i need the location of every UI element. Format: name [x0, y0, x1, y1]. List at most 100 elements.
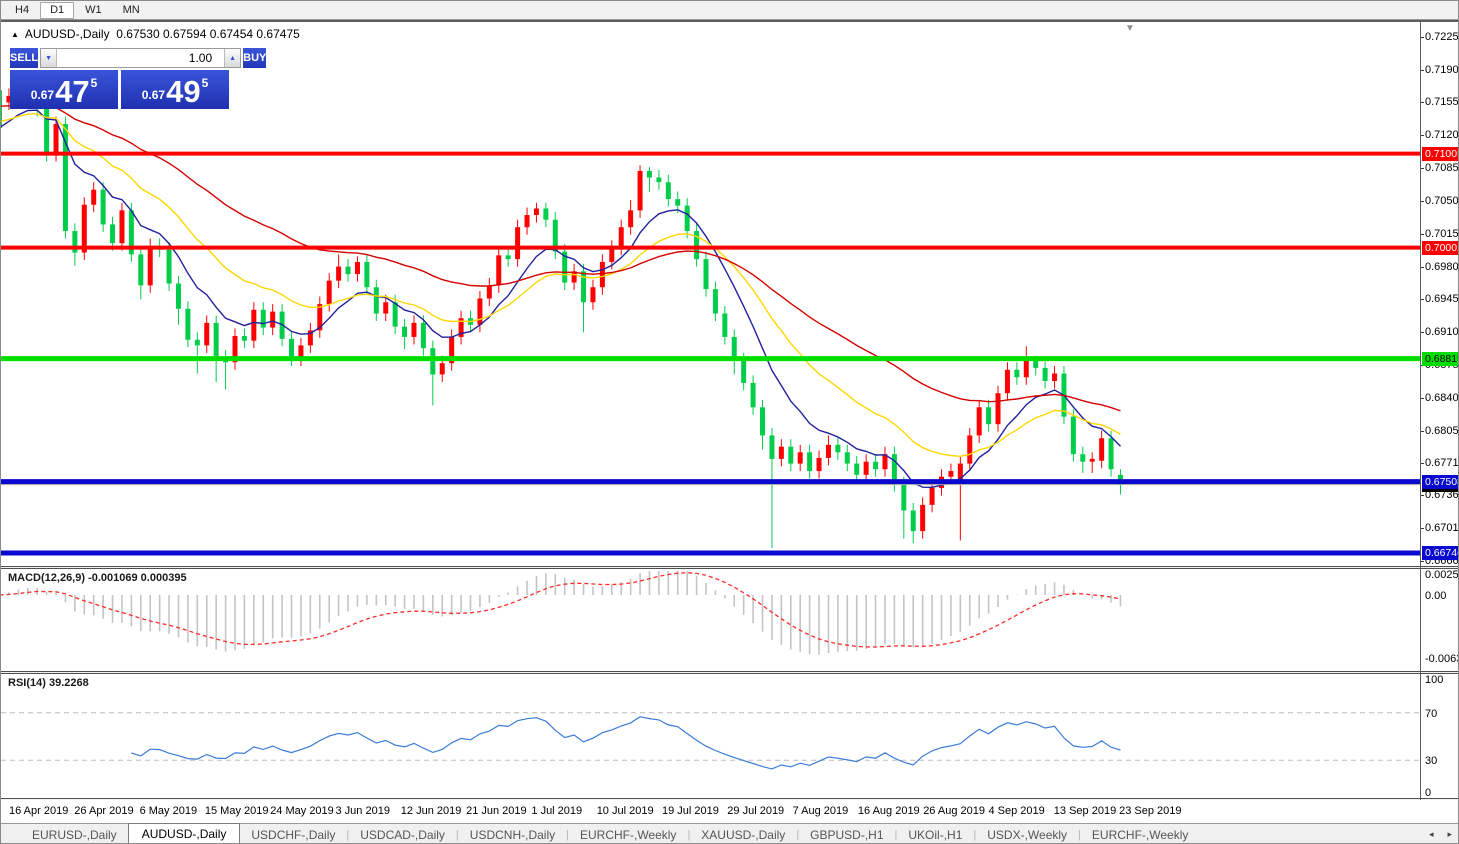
tab-usdcad-daily[interactable]: USDCAD-,Daily: [349, 826, 456, 844]
candle-body: [81, 204, 87, 253]
chart-ohlc-values: 0.67530 0.67594 0.67454 0.67475: [116, 27, 300, 41]
buy-price-pips: 49: [166, 74, 201, 109]
y-axis-tick-mark: [1421, 332, 1424, 334]
chart-title: ▲ AUDUSD-,Daily 0.67530 0.67594 0.67454 0…: [11, 27, 300, 41]
rsi-canvas[interactable]: [1, 674, 1420, 798]
rsi-axis-tick-label: 70: [1425, 707, 1438, 720]
chart-tabs: EURUSD-,Daily AUDUSD-,Daily USDCHF-,Daily |…: [21, 822, 1199, 844]
candle-body: [364, 261, 370, 288]
rsi-line: [131, 716, 1121, 770]
candle-body: [53, 124, 59, 155]
timeframe-button-W1[interactable]: W1: [75, 2, 112, 19]
candle-body: [251, 309, 257, 341]
macd-canvas[interactable]: [1, 569, 1420, 671]
tab-scroll-left-icon[interactable]: ◂: [1429, 829, 1434, 840]
candle-body: [750, 382, 756, 408]
chart-tab-bar: EURUSD-,Daily AUDUSD-,Daily USDCHF-,Daily |…: [1, 822, 1458, 844]
volume-increase-icon[interactable]: ▲: [224, 49, 241, 67]
candle-body: [590, 287, 596, 303]
candle-body: [1108, 438, 1114, 470]
candle-body: [420, 322, 426, 349]
tab-eurchf-weekly[interactable]: EURCHF-,Weekly: [569, 826, 687, 844]
x-axis-date-label: 26 Apr 2019: [74, 805, 134, 817]
macd-indicator-panel[interactable]: MACD(12,26,9) -0.001069 0.000395: [1, 569, 1458, 671]
sell-price-prefix: 0.67: [30, 88, 55, 102]
candle-body: [873, 461, 879, 470]
macd-axis-tick-label: -0.006326: [1425, 653, 1458, 666]
tab-scroll-right-icon[interactable]: ▸: [1447, 829, 1452, 840]
y-axis-tick-label: 0.69800: [1425, 260, 1459, 273]
tab-audusd-daily[interactable]: AUDUSD-,Daily: [127, 822, 241, 843]
moving-average-line-9: [1, 109, 1122, 489]
y-axis-tick-mark: [1421, 430, 1424, 432]
candle-body: [1042, 367, 1048, 382]
candle-body: [675, 199, 681, 206]
candle-body: [354, 261, 360, 275]
volume-decrease-icon[interactable]: ▼: [41, 49, 58, 67]
tab-eurusd-daily[interactable]: EURUSD-,Daily: [21, 826, 128, 844]
candle-body: [1089, 458, 1095, 462]
candle-body: [270, 311, 276, 328]
candle-body: [835, 444, 841, 453]
y-axis-tick-mark: [1421, 233, 1424, 235]
x-axis-date-label: 4 Sep 2019: [988, 805, 1045, 817]
candle-body: [392, 302, 398, 327]
y-axis-tick-mark: [1421, 462, 1424, 464]
tab-xauusd-daily[interactable]: XAUUSD-,Daily: [690, 826, 796, 844]
rsi-indicator-panel[interactable]: RSI(14) 39.2268: [1, 674, 1458, 798]
candle-body: [204, 322, 210, 346]
time-axis[interactable]: 16 Apr 2019 26 Apr 2019 6 May 2019 15 May 2…: [1, 800, 1458, 823]
x-axis-date-label: 21 Jun 2019: [466, 805, 527, 817]
x-axis-date-label: 10 Jul 2019: [596, 805, 654, 817]
sell-button[interactable]: SELL: [10, 48, 39, 68]
x-axis-date-label: 6 May 2019: [139, 805, 198, 817]
candle-body: [854, 463, 860, 475]
candle-body: [684, 205, 690, 231]
chart-symbol-label: AUDUSD-,Daily: [24, 27, 110, 41]
candle-body: [91, 189, 97, 205]
candle-body: [646, 170, 652, 178]
candle-body: [628, 210, 634, 228]
macd-axis[interactable]: 0.002574 0.00 -0.006326: [1421, 569, 1459, 671]
tab-usdchf-daily[interactable]: USDCHF-,Daily: [240, 826, 346, 844]
y-axis-tick-mark: [1421, 299, 1424, 301]
y-axis-tick-label: 0.70850: [1425, 162, 1459, 175]
macd-axis-tick-label: 0.002574: [1425, 569, 1459, 581]
candle-body: [741, 360, 747, 383]
candle-body: [637, 170, 643, 211]
candle-body: [402, 326, 408, 337]
candle-body: [1023, 360, 1029, 378]
buy-price-button[interactable]: 0.67 49 5: [121, 70, 229, 109]
candle-body: [110, 224, 116, 244]
candle-body: [147, 245, 153, 286]
timeframe-button-H4[interactable]: H4: [5, 2, 39, 19]
tab-eurchf-weekly[interactable]: EURCHF-,Weekly: [1081, 826, 1199, 844]
one-click-collapse-icon[interactable]: ▲: [11, 30, 19, 39]
timeframe-button-D1[interactable]: D1: [40, 1, 75, 19]
buy-button[interactable]: BUY: [243, 48, 267, 68]
y-axis-tick-mark: [1421, 397, 1424, 399]
candle-body: [703, 259, 709, 290]
timeframe-button-MN[interactable]: MN: [113, 2, 150, 19]
tab-ukoil-h1[interactable]: UKOil-,H1: [897, 826, 973, 844]
price-axis[interactable]: 0.72250 0.71900 0.71550 0.71200 0.70850 0.705…: [1421, 22, 1459, 567]
candle-body: [967, 435, 973, 464]
rsi-axis-tick-label: 30: [1425, 755, 1438, 768]
sell-price-point: 5: [90, 76, 98, 90]
sell-price-button[interactable]: 0.67 47 5: [10, 70, 118, 109]
tab-gbpusd-h1[interactable]: GBPUSD-,H1: [799, 826, 894, 844]
x-axis-date-label: 12 Jun 2019: [400, 805, 462, 817]
y-axis-tick-label: 0.68050: [1425, 424, 1459, 437]
y-axis-tick-mark: [1421, 69, 1424, 71]
y-axis-tick-label: 0.71550: [1425, 96, 1459, 109]
rsi-axis[interactable]: 100 70 30 0: [1421, 674, 1458, 799]
trading-platform-window: H4 D1 W1 MN ▲ AUDUSD-,Daily 0.67530 0.67594 …: [0, 0, 1459, 844]
volume-input[interactable]: [57, 49, 225, 67]
tab-usdcnh-daily[interactable]: USDCNH-,Daily: [459, 826, 566, 844]
candle-body: [336, 266, 342, 281]
tab-usdx-weekly[interactable]: USDX-,Weekly: [976, 826, 1078, 844]
mouse-cursor-icon: ▼: [1125, 23, 1135, 34]
price-chart-panel[interactable]: ▲ AUDUSD-,Daily 0.67530 0.67594 0.67454 0…: [1, 22, 1458, 566]
candle-body: [185, 308, 191, 340]
candle-body: [477, 298, 483, 325]
